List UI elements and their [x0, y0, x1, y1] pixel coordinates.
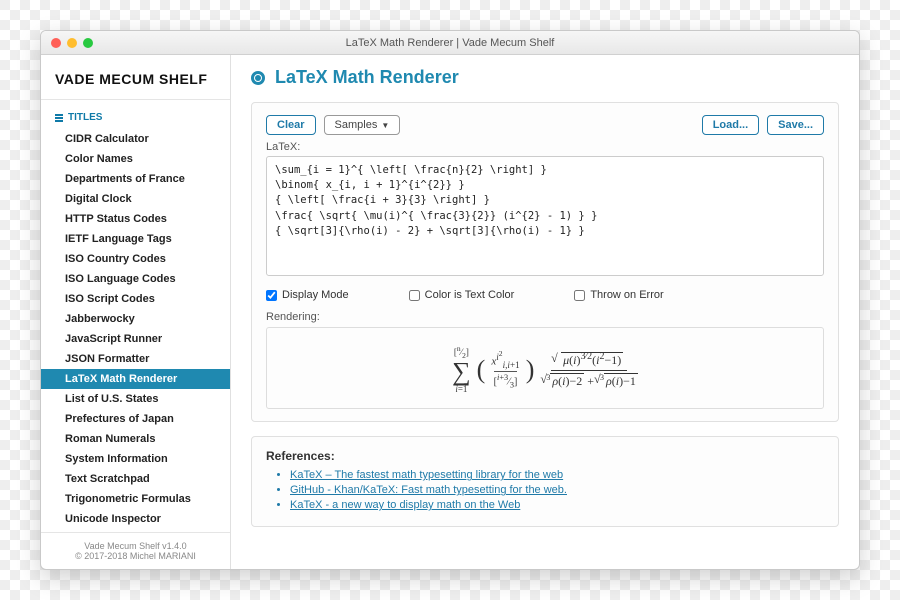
clear-button[interactable]: Clear — [266, 115, 316, 135]
samples-button-label: Samples — [335, 119, 378, 131]
sidebar-item[interactable]: Roman Numerals — [41, 429, 230, 449]
traffic-lights — [41, 38, 93, 48]
sidebar-item[interactable]: JSON Formatter — [41, 349, 230, 369]
sidebar-item[interactable]: IETF Language Tags — [41, 229, 230, 249]
sidebar-item[interactable]: Unicode Inspector — [41, 509, 230, 529]
sidebar-item[interactable]: CIDR Calculator — [41, 129, 230, 149]
math-formula: [n⁄2] ∑ i=1 ( xi2i,i+1 [i+3⁄3] ) μ(i)3⁄2… — [452, 345, 638, 394]
throw-on-error-option[interactable]: Throw on Error — [574, 289, 663, 301]
app-body: VADE MECUM SHELF TITLES CIDR CalculatorC… — [41, 55, 859, 569]
editor-panel: Clear Samples ▼ Load... Save... LaTeX: D… — [251, 102, 839, 422]
sidebar-section-label: TITLES — [68, 112, 102, 123]
references-panel: References: KaTeX – The fastest math typ… — [251, 436, 839, 527]
load-button[interactable]: Load... — [702, 115, 759, 135]
page-header: LaTeX Math Renderer — [231, 55, 859, 98]
rendering-label: Rendering: — [266, 311, 824, 323]
sidebar-item[interactable]: List of U.S. States — [41, 389, 230, 409]
titlebar: LaTeX Math Renderer | Vade Mecum Shelf — [41, 31, 859, 55]
minimize-icon[interactable] — [67, 38, 77, 48]
color-is-text-option[interactable]: Color is Text Color — [409, 289, 515, 301]
app-window: LaTeX Math Renderer | Vade Mecum Shelf V… — [40, 30, 860, 570]
sidebar-item[interactable]: Jabberwocky — [41, 309, 230, 329]
sidebar-item[interactable]: ISO Language Codes — [41, 269, 230, 289]
close-icon[interactable] — [51, 38, 61, 48]
sidebar-item[interactable]: LaTeX Math Renderer — [41, 369, 230, 389]
sidebar-item[interactable]: Color Names — [41, 149, 230, 169]
reference-link[interactable]: GitHub - Khan/KaTeX: Fast math typesetti… — [290, 484, 824, 496]
sidebar-item[interactable]: ISO Country Codes — [41, 249, 230, 269]
main: LaTeX Math Renderer Clear Samples ▼ Load… — [231, 55, 859, 569]
version-text: Vade Mecum Shelf v1.4.0 — [51, 541, 220, 551]
sidebar-item[interactable]: Text Scratchpad — [41, 469, 230, 489]
sidebar-item[interactable]: Prefectures of Japan — [41, 409, 230, 429]
reference-link[interactable]: KaTeX - a new way to display math on the… — [290, 499, 824, 511]
references-list: KaTeX – The fastest math typesetting lib… — [266, 469, 824, 511]
latex-input[interactable] — [266, 156, 824, 276]
save-button[interactable]: Save... — [767, 115, 824, 135]
target-icon — [251, 71, 265, 85]
sidebar-item[interactable]: Trigonometric Formulas — [41, 489, 230, 509]
brand: VADE MECUM SHELF — [41, 55, 230, 100]
display-mode-label: Display Mode — [282, 289, 349, 301]
rendering-output: [n⁄2] ∑ i=1 ( xi2i,i+1 [i+3⁄3] ) μ(i)3⁄2… — [266, 327, 824, 409]
throw-on-error-checkbox[interactable] — [574, 290, 585, 301]
sidebar-item[interactable]: HTTP Status Codes — [41, 209, 230, 229]
maximize-icon[interactable] — [83, 38, 93, 48]
throw-on-error-label: Throw on Error — [590, 289, 663, 301]
sidebar-item[interactable]: System Information — [41, 449, 230, 469]
sidebar-footer: Vade Mecum Shelf v1.4.0 © 2017-2018 Mich… — [41, 532, 230, 569]
sidebar-item[interactable]: ISO Script Codes — [41, 289, 230, 309]
page-title: LaTeX Math Renderer — [275, 67, 459, 88]
sidebar-nav: CIDR CalculatorColor NamesDepartments of… — [41, 129, 230, 532]
sidebar-item[interactable]: Departments of France — [41, 169, 230, 189]
display-mode-option[interactable]: Display Mode — [266, 289, 349, 301]
sidebar: VADE MECUM SHELF TITLES CIDR CalculatorC… — [41, 55, 231, 569]
reference-link[interactable]: KaTeX – The fastest math typesetting lib… — [290, 469, 824, 481]
sidebar-section-header: TITLES — [41, 100, 230, 129]
chevron-down-icon: ▼ — [381, 121, 389, 130]
display-mode-checkbox[interactable] — [266, 290, 277, 301]
latex-label: LaTeX: — [266, 141, 824, 153]
color-is-text-label: Color is Text Color — [425, 289, 515, 301]
sidebar-item[interactable]: JavaScript Runner — [41, 329, 230, 349]
samples-button[interactable]: Samples ▼ — [324, 115, 401, 135]
copyright-text: © 2017-2018 Michel MARIANI — [51, 551, 220, 561]
sidebar-item[interactable]: Digital Clock — [41, 189, 230, 209]
references-title: References: — [266, 449, 824, 463]
window-title: LaTeX Math Renderer | Vade Mecum Shelf — [41, 37, 859, 49]
color-is-text-checkbox[interactable] — [409, 290, 420, 301]
options-row: Display Mode Color is Text Color Throw o… — [266, 289, 824, 301]
toolbar: Clear Samples ▼ Load... Save... — [266, 115, 824, 135]
